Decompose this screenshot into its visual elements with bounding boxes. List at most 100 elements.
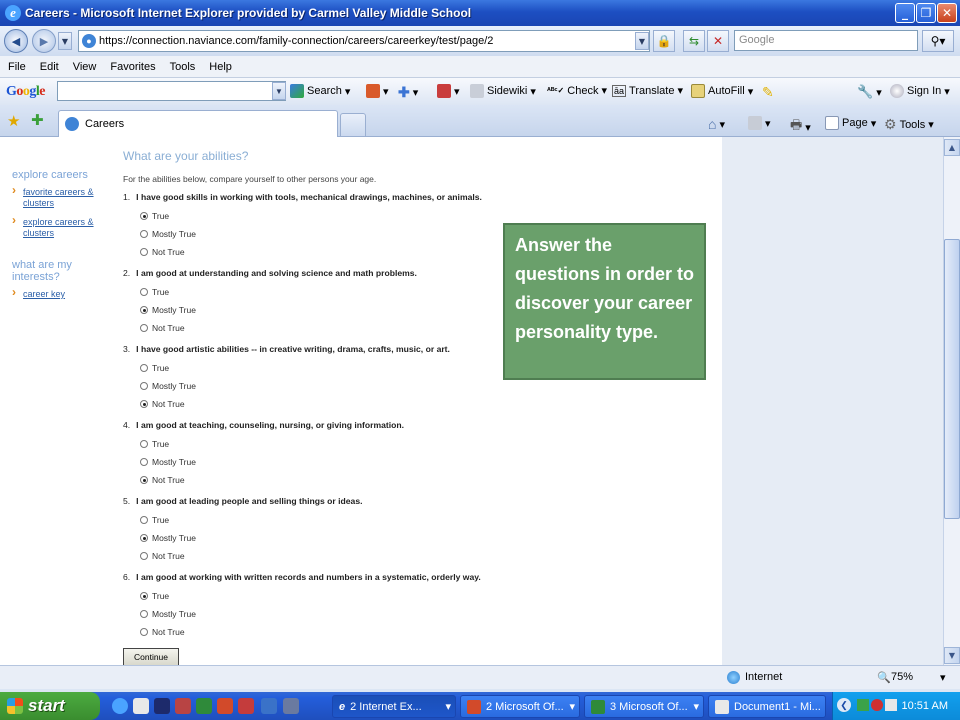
taskbar-button-office-1[interactable]: 2 Microsoft Of... ▾ — [460, 695, 580, 718]
answer-option[interactable]: Mostly True — [140, 453, 713, 471]
toolbar-plus-button[interactable]: ✚ ▾ — [398, 84, 418, 101]
quicklaunch-app-icon[interactable] — [154, 698, 170, 714]
radio-button[interactable] — [140, 248, 148, 256]
radio-button[interactable] — [140, 382, 148, 390]
quicklaunch-publisher-icon[interactable] — [261, 698, 277, 714]
new-tab-button[interactable] — [340, 113, 366, 137]
tab-careers[interactable]: Careers — [58, 110, 338, 137]
quicklaunch-show-desktop-icon[interactable] — [283, 698, 299, 714]
tray-security-icon[interactable] — [871, 699, 883, 711]
close-button[interactable]: ✕ — [937, 3, 957, 23]
add-favorite-icon[interactable]: ✚ — [31, 111, 44, 129]
zoom-icon[interactable]: 🔍 — [877, 671, 891, 684]
menu-view[interactable]: View — [73, 61, 97, 73]
answer-option[interactable]: True — [140, 587, 713, 605]
answer-option[interactable]: True — [140, 511, 713, 529]
radio-button[interactable] — [140, 552, 148, 560]
window-title-bar[interactable]: e Careers - Microsoft Internet Explorer … — [0, 0, 960, 26]
answer-option[interactable]: True — [140, 435, 713, 453]
radio-button[interactable] — [140, 306, 148, 314]
address-dropdown[interactable]: ▼ — [635, 32, 649, 50]
quicklaunch-ie-icon[interactable] — [112, 698, 128, 714]
quicklaunch-access-icon[interactable] — [238, 698, 254, 714]
radio-button[interactable] — [140, 628, 148, 636]
security-zone-text: Internet — [745, 671, 783, 683]
zoom-level[interactable]: 75% — [891, 671, 913, 683]
tray-network-icon[interactable] — [857, 699, 869, 711]
taskbar-button-document1[interactable]: Document1 - Mi... — [708, 695, 826, 718]
tray-expand-icon[interactable]: ❮ — [837, 698, 851, 712]
radio-button[interactable] — [140, 324, 148, 332]
search-go-button[interactable]: ⚲▾ — [922, 30, 954, 52]
highlighter-button[interactable]: ✎ — [762, 84, 774, 101]
answer-option[interactable]: Mostly True — [140, 529, 713, 547]
address-field[interactable]: ● https://connection.naviance.com/family… — [78, 30, 650, 52]
feeds-button[interactable]: ▾ — [748, 116, 771, 130]
back-button[interactable]: ◀ — [4, 29, 28, 53]
answer-option[interactable]: Not True — [140, 395, 713, 413]
wrench-button[interactable]: 🔧 ▾ — [857, 84, 882, 100]
favorites-star-icon[interactable]: ★ — [7, 112, 20, 130]
answer-option[interactable]: Not True — [140, 623, 713, 641]
start-button[interactable]: start — [0, 692, 100, 720]
history-dropdown[interactable]: ▼ — [58, 32, 72, 50]
live-search-input[interactable]: Google — [734, 30, 918, 51]
menu-help[interactable]: Help — [209, 61, 232, 73]
menu-edit[interactable]: Edit — [40, 61, 59, 73]
google-search-dropdown[interactable]: ▼ — [272, 82, 286, 100]
nav-link-favorite-careers[interactable]: favorite careers & clusters — [12, 185, 107, 209]
scroll-thumb[interactable] — [944, 239, 960, 519]
forward-button[interactable]: ▶ — [32, 29, 56, 53]
nav-link-career-key[interactable]: career key — [12, 287, 107, 300]
refresh-button[interactable]: ⇆ — [683, 30, 705, 52]
nav-link-explore-careers[interactable]: explore careers & clusters — [12, 215, 107, 239]
radio-button[interactable] — [140, 610, 148, 618]
sidewiki-button[interactable]: Sidewiki ▾ — [470, 84, 536, 98]
answer-option[interactable]: Not True — [140, 547, 713, 565]
radio-button[interactable] — [140, 476, 148, 484]
zoom-dropdown-icon[interactable]: ▾ — [940, 671, 946, 684]
radio-button[interactable] — [140, 230, 148, 238]
quicklaunch-word-icon[interactable] — [175, 698, 191, 714]
google-search-button[interactable]: Search ▾ — [290, 84, 350, 98]
menu-tools[interactable]: Tools — [170, 61, 196, 73]
print-button[interactable]: 🖶 ▾ — [790, 116, 811, 138]
maximize-button[interactable]: ❐ — [916, 3, 936, 23]
page-menu-button[interactable]: Page ▾ — [825, 116, 876, 130]
toolbar-popup-button[interactable]: ▾ — [437, 84, 460, 98]
radio-button[interactable] — [140, 288, 148, 296]
spell-check-button[interactable]: ᴬᴮᶜ✓ Check ▾ — [547, 84, 607, 98]
scroll-down-arrow-icon[interactable]: ▼ — [944, 647, 960, 664]
quicklaunch-powerpoint-icon[interactable] — [217, 698, 233, 714]
radio-button[interactable] — [140, 400, 148, 408]
taskbar-button-office-2[interactable]: 3 Microsoft Of... ▾ — [584, 695, 704, 718]
quicklaunch-desktop-icon[interactable] — [133, 698, 149, 714]
radio-button[interactable] — [140, 440, 148, 448]
toolbar-bookmark-button[interactable]: ▾ — [366, 84, 389, 98]
google-search-input[interactable] — [57, 81, 286, 101]
radio-button[interactable] — [140, 364, 148, 372]
option-label: Not True — [152, 247, 185, 257]
menu-favorites[interactable]: Favorites — [110, 61, 155, 73]
radio-button[interactable] — [140, 516, 148, 524]
autofill-button[interactable]: AutoFill ▾ — [691, 84, 753, 98]
stop-button[interactable]: ✕ — [707, 30, 729, 52]
translate-button[interactable]: āa Translate ▾ — [612, 84, 683, 97]
scroll-up-arrow-icon[interactable]: ▲ — [944, 139, 960, 156]
lock-icon[interactable]: 🔒 — [653, 30, 675, 52]
minimize-button[interactable]: _ — [895, 3, 915, 23]
tools-menu-button[interactable]: ⚙ Tools ▾ — [884, 116, 934, 133]
radio-button[interactable] — [140, 592, 148, 600]
sign-in-button[interactable]: Sign In ▾ — [890, 84, 950, 98]
home-button[interactable]: ⌂ ▾ — [708, 116, 725, 132]
menu-file[interactable]: File — [8, 61, 26, 73]
vertical-scrollbar[interactable]: ▲ ▼ — [943, 137, 960, 665]
answer-option[interactable]: Mostly True — [140, 605, 713, 623]
radio-button[interactable] — [140, 458, 148, 466]
radio-button[interactable] — [140, 212, 148, 220]
taskbar-button-ie[interactable]: e2 Internet Ex... ▾ — [332, 695, 456, 718]
radio-button[interactable] — [140, 534, 148, 542]
quicklaunch-excel-icon[interactable] — [196, 698, 212, 714]
tray-volume-icon[interactable] — [885, 699, 897, 711]
answer-option[interactable]: Not True — [140, 471, 713, 489]
